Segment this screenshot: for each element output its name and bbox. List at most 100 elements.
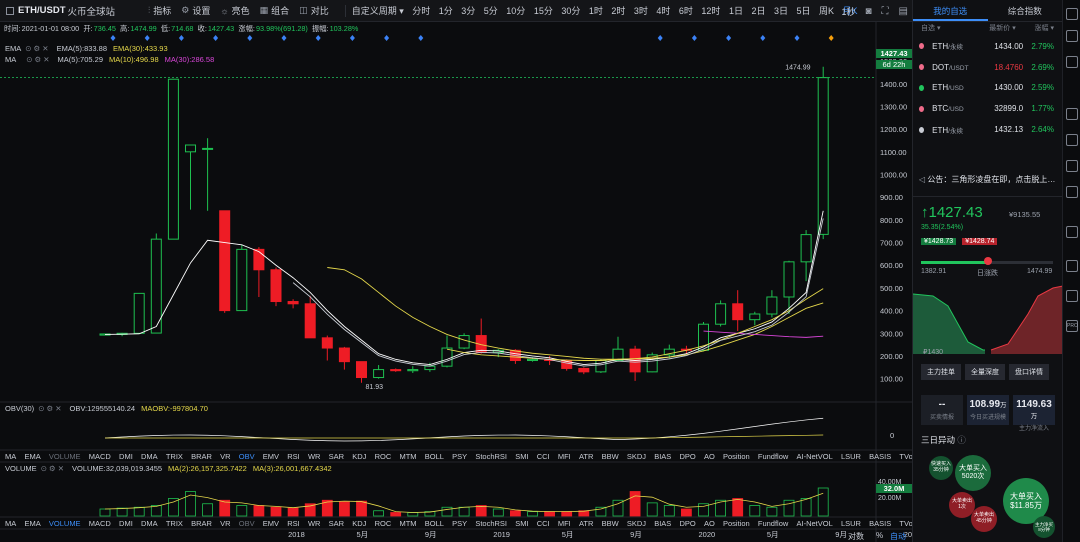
indicator-tab-ema[interactable]: EMA xyxy=(24,519,40,528)
indicator-tab-roc[interactable]: ROC xyxy=(375,519,392,528)
period-4[interactable]: 10分 xyxy=(506,4,525,17)
period-15[interactable]: 3日 xyxy=(774,4,788,17)
bell-icon[interactable] xyxy=(1066,186,1078,198)
chart-area[interactable]: 1500.001400.001300.001200.001100.001000.… xyxy=(0,22,1040,542)
period-11[interactable]: 6时 xyxy=(679,4,693,17)
calendar-icon[interactable] xyxy=(1066,134,1078,146)
table-icon[interactable] xyxy=(1066,260,1078,272)
indicator-tab-fundflow[interactable]: Fundflow xyxy=(758,452,788,461)
period-2[interactable]: 3分 xyxy=(461,4,475,17)
indicator-tab-dmi[interactable]: DMI xyxy=(119,519,133,528)
indicator-tab-mfi[interactable]: MFI xyxy=(558,519,571,528)
period-16[interactable]: 5日 xyxy=(796,4,810,17)
watchlist-row[interactable]: BTC/USD 32899.0 1.77% xyxy=(913,98,1062,119)
indicator-tab-atr[interactable]: ATR xyxy=(579,452,593,461)
grid-icon[interactable] xyxy=(1066,226,1078,238)
indicator-tab-ai-netvol[interactable]: AI-NetVOL xyxy=(796,452,832,461)
indicator-tab-dmi[interactable]: DMI xyxy=(119,452,133,461)
settings-button[interactable]: ⚙ 设置 xyxy=(181,4,210,17)
period-13[interactable]: 1日 xyxy=(729,4,743,17)
indicator-tab-dma[interactable]: DMA xyxy=(141,452,158,461)
indicator-tab-mtm[interactable]: MTM xyxy=(399,452,416,461)
watchlist-icon[interactable] xyxy=(1066,8,1078,20)
bubble-fast-buy[interactable]: 快速买入 35分钟 xyxy=(929,456,953,480)
document-icon[interactable] xyxy=(1066,108,1078,120)
stat-box-net-inflow[interactable]: 1149.63万 主力净流入 xyxy=(1013,395,1055,432)
order-book-detail-button[interactable]: 盘口详情 xyxy=(1009,364,1049,380)
stat-box-buy-scale[interactable]: 108.99万 今日买进规模 xyxy=(967,395,1009,425)
indicator-tab-stochrsi[interactable]: StochRSI xyxy=(475,519,507,528)
bubble-main-net-buy[interactable]: 主力净买 8分钟 xyxy=(1033,516,1055,538)
legend-controls-icon[interactable]: ⊙⚙✕ xyxy=(25,44,50,53)
list-icon[interactable] xyxy=(1066,56,1078,68)
indicator-tab-fundflow[interactable]: Fundflow xyxy=(758,519,788,528)
indicator-tab-wr[interactable]: WR xyxy=(308,452,321,461)
indicator-tab-rsi[interactable]: RSI xyxy=(287,452,300,461)
main-orders-button[interactable]: 主力挂单 xyxy=(921,364,961,380)
watchlist-row[interactable]: ETH/永续 1432.13 2.64% xyxy=(913,119,1062,140)
indicator-tab-mtm[interactable]: MTM xyxy=(399,519,416,528)
indicator-tab-position[interactable]: Position xyxy=(723,519,750,528)
indicator-tab-boll[interactable]: BOLL xyxy=(425,452,444,461)
indicator-tab-trix[interactable]: TRIX xyxy=(166,452,183,461)
interval-label[interactable]: 1秒 xyxy=(841,5,855,18)
period-10[interactable]: 4时 xyxy=(656,4,670,17)
period-0[interactable]: 分时 xyxy=(412,4,430,17)
indicator-tab-lsur[interactable]: LSUR xyxy=(841,519,861,528)
indicator-tab-ao[interactable]: AO xyxy=(704,452,715,461)
indicator-tab-smi[interactable]: SMI xyxy=(515,519,528,528)
period-3[interactable]: 5分 xyxy=(484,4,498,17)
bubble-big-buy-count[interactable]: 大单买入 5020次 xyxy=(955,455,991,491)
indicator-tab-macd[interactable]: MACD xyxy=(89,519,111,528)
indicator-tab-wr[interactable]: WR xyxy=(308,519,321,528)
indicator-tab-brar[interactable]: BRAR xyxy=(191,452,212,461)
indicator-tab-dma[interactable]: DMA xyxy=(141,519,158,528)
indicator-tab-bbw[interactable]: BBW xyxy=(602,519,619,528)
indicator-tab-stochrsi[interactable]: StochRSI xyxy=(475,452,507,461)
indicator-tab-roc[interactable]: ROC xyxy=(375,452,392,461)
indicator-tab-ao[interactable]: AO xyxy=(704,519,715,528)
period-9[interactable]: 3时 xyxy=(634,4,648,17)
indicator-tab-skdj[interactable]: SKDJ xyxy=(627,519,646,528)
indicator-tab-emv[interactable]: EMV xyxy=(263,519,279,528)
watchlist-row[interactable]: DOT/USDT 18.4760 2.69% xyxy=(913,57,1062,78)
auto-scale-toggle[interactable]: 自动 xyxy=(890,531,906,542)
symbol-title[interactable]: ETH/USDT 火币全球站 xyxy=(0,4,148,18)
indicator-tab-brar[interactable]: BRAR xyxy=(191,519,212,528)
period-12[interactable]: 12时 xyxy=(701,4,720,17)
col-last-price[interactable]: 最新价 ▾ xyxy=(989,22,1015,36)
compare-button[interactable]: ◫ 对比 xyxy=(299,4,329,17)
indicator-tab-volume[interactable]: VOLUME xyxy=(49,519,81,528)
indicator-tab-obv[interactable]: OBV xyxy=(239,519,255,528)
indicator-tab-kdj[interactable]: KDJ xyxy=(352,519,366,528)
legend-controls-icon[interactable]: ⊙⚙✕ xyxy=(41,464,66,473)
legend-controls-icon[interactable]: ⊙⚙✕ xyxy=(38,404,63,413)
indicator-tab-bias[interactable]: BIAS xyxy=(654,519,671,528)
collapse-icon[interactable]: ▤ xyxy=(899,6,908,17)
indicator-tab-dpo[interactable]: DPO xyxy=(680,519,696,528)
legend-controls-icon[interactable]: ⊙⚙✕ xyxy=(26,55,51,64)
camera-icon[interactable]: ◙ xyxy=(866,6,872,17)
indicator-tab-rsi[interactable]: RSI xyxy=(287,519,300,528)
full-depth-button[interactable]: 全量深度 xyxy=(965,364,1005,380)
col-change[interactable]: 涨幅 ▾ xyxy=(1035,22,1054,36)
indicator-tab-bbw[interactable]: BBW xyxy=(602,452,619,461)
indicator-tab-ma[interactable]: MA xyxy=(5,452,16,461)
pro-icon[interactable]: PRO xyxy=(1066,320,1078,332)
indicator-tab-cci[interactable]: CCI xyxy=(537,519,550,528)
period-7[interactable]: 1时 xyxy=(589,4,603,17)
period-5[interactable]: 15分 xyxy=(534,4,553,17)
indicator-tab-ai-netvol[interactable]: AI-NetVOL xyxy=(796,519,832,528)
indicator-tab-atr[interactable]: ATR xyxy=(579,519,593,528)
chart-icon[interactable] xyxy=(1066,30,1078,42)
indicator-tab-vr[interactable]: VR xyxy=(220,452,230,461)
indicator-button[interactable]: ⫶ 指标 xyxy=(148,4,171,17)
indicator-tab-ma[interactable]: MA xyxy=(5,519,16,528)
watchlist-row[interactable]: ETH/永续 1434.00 2.79% xyxy=(913,36,1062,57)
indicator-tab-lsur[interactable]: LSUR xyxy=(841,452,861,461)
announcement[interactable]: ◁ 公告：三角形凌盘在即，点击脱上… xyxy=(919,174,1059,185)
percent-scale-toggle[interactable]: % xyxy=(876,531,883,540)
layout-button[interactable]: ▦ 组合 xyxy=(260,4,290,17)
indicator-tab-cci[interactable]: CCI xyxy=(537,452,550,461)
indicator-tab-basis[interactable]: BASIS xyxy=(869,519,891,528)
